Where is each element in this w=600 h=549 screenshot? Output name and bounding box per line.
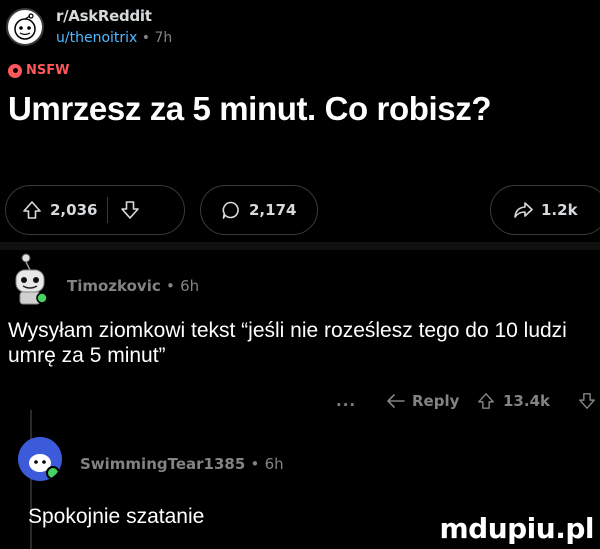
nsfw-icon — [8, 63, 22, 78]
more-options-button[interactable]: ... — [336, 392, 356, 410]
post-author[interactable]: u/thenoitrix — [56, 30, 137, 46]
share-button[interactable]: 1.2k — [490, 185, 600, 235]
upvote-icon[interactable] — [22, 200, 42, 220]
post-age: 7h — [154, 30, 173, 46]
comment-age: 6h — [180, 277, 200, 295]
meta-separator: • — [141, 30, 151, 46]
comment-actions: ... Reply 13.4k — [0, 384, 600, 424]
comment-author[interactable]: Timozkovic — [67, 277, 161, 295]
snoo-avatar-icon — [15, 253, 48, 305]
section-divider — [0, 242, 600, 250]
comment-icon — [222, 201, 239, 219]
comment-count: 2,174 — [249, 201, 297, 219]
reply-avatar[interactable] — [18, 437, 62, 481]
snoo-avatar-icon — [18, 437, 62, 481]
share-icon — [514, 202, 533, 218]
subreddit-name[interactable]: r/AskReddit — [56, 7, 152, 25]
watermark: mdupiu.pl — [439, 512, 594, 545]
comment-upvote-icon[interactable] — [477, 392, 495, 410]
reply-separator: • — [250, 455, 260, 473]
comment-downvote-icon[interactable] — [578, 392, 596, 410]
downvote-icon[interactable] — [120, 200, 140, 220]
comment-author-line: Timozkovic • 6h — [67, 277, 199, 295]
comment-avatar[interactable] — [8, 252, 54, 306]
reply-age: 6h — [264, 455, 284, 473]
post-meta: u/thenoitrix • 7h — [56, 30, 172, 46]
share-count: 1.2k — [541, 201, 578, 219]
reply-label: Reply — [412, 392, 460, 410]
snoo-icon — [14, 13, 36, 40]
vote-pill: 2,036 — [5, 185, 185, 235]
upvote-count: 2,036 — [50, 201, 98, 219]
nsfw-label: NSFW — [26, 63, 70, 78]
post-title[interactable]: Umrzesz za 5 minut. Co robisz? — [8, 90, 491, 128]
comment-vote: 13.4k — [477, 392, 550, 410]
reply-button[interactable]: Reply — [386, 392, 459, 410]
subreddit-avatar[interactable] — [6, 8, 44, 46]
comment-separator: • — [165, 277, 175, 295]
reply-body: Spokojnie szatanie — [28, 505, 205, 528]
comment-body: Wysyłam ziomkowi tekst “jeśli nie roześl… — [8, 319, 567, 367]
comment-score: 13.4k — [503, 392, 550, 410]
reply-author-line: SwimmingTear1385 • 6h — [80, 455, 284, 473]
comments-button[interactable]: 2,174 — [200, 185, 318, 235]
vote-separator — [107, 197, 109, 223]
reply-icon — [387, 394, 405, 408]
nsfw-badge: NSFW — [8, 63, 69, 78]
reply-author[interactable]: SwimmingTear1385 — [80, 455, 245, 473]
